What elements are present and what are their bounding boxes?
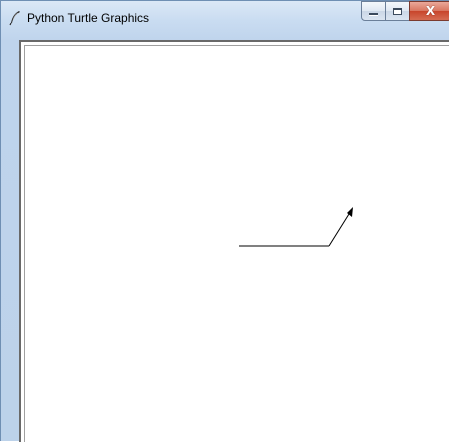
turtle-path-segment-2 xyxy=(328,213,350,247)
close-icon: X xyxy=(425,4,436,18)
window-title: Python Turtle Graphics xyxy=(27,11,150,25)
maximize-button[interactable] xyxy=(385,1,410,21)
minimize-icon xyxy=(369,13,378,15)
close-button[interactable]: X xyxy=(409,1,449,21)
drawing-surface xyxy=(239,207,353,247)
turtle-canvas[interactable] xyxy=(24,45,449,442)
minimize-button[interactable] xyxy=(361,1,386,21)
feather-icon xyxy=(9,11,20,26)
turtle-canvas-frame xyxy=(19,40,449,442)
title-bar[interactable]: Python Turtle Graphics X xyxy=(1,1,449,38)
turtle-window: Python Turtle Graphics X xyxy=(0,0,449,442)
maximize-icon xyxy=(393,7,402,15)
